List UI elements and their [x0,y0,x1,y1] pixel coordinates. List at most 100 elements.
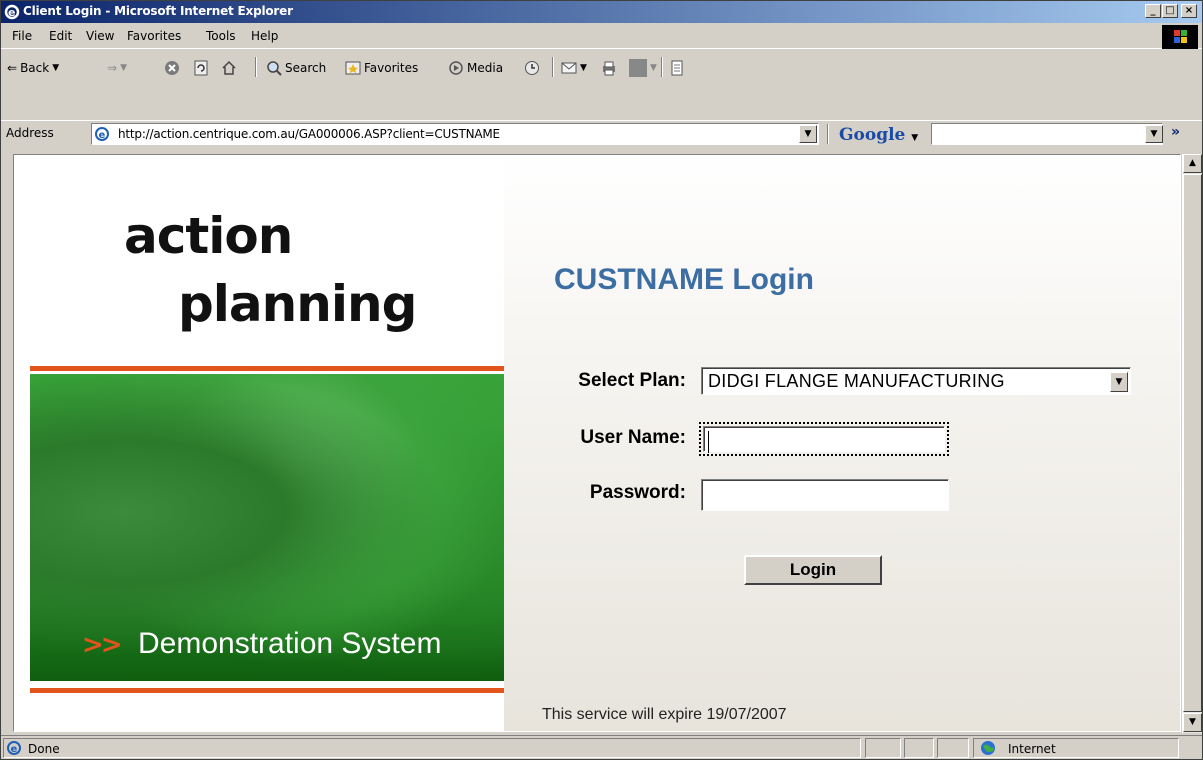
ie-logo-icon: e [4,4,20,20]
username-label: User Name: [580,427,686,448]
home-button[interactable] [221,57,237,79]
back-arrow-icon: ⇐ [7,61,18,75]
history-icon [525,61,539,75]
history-button[interactable] [524,57,540,79]
address-label: Address [6,126,54,140]
toolbar-separator [827,124,829,144]
google-search-input[interactable] [931,123,1163,145]
svg-text:e: e [99,130,106,141]
username-input[interactable] [703,426,945,453]
edit-icon [629,59,647,77]
refresh-button[interactable] [193,57,209,79]
menu-bar: File Edit View Favorites Tools Help [1,23,1202,49]
stop-button[interactable] [164,57,180,79]
window-title: Client Login - Microsoft Internet Explor… [23,4,293,18]
forward-button[interactable]: ⇒ ▼ [107,57,127,79]
address-bar: Address e http://action.centrique.com.au… [1,120,1202,150]
demo-tagline: Demonstration System [138,627,442,660]
top-divider [30,366,504,371]
plan-select-value: DIDGI FLANGE MANUFACTURING [708,371,1005,391]
brand-panel: action planning >> Demonstration System [30,155,504,731]
edit-button[interactable]: ▼ [629,57,657,79]
print-button[interactable] [601,57,617,79]
favorites-button[interactable]: Favorites [345,57,418,79]
home-icon [222,60,236,75]
login-button[interactable]: Login [744,555,882,585]
address-url: http://action.centrique.com.au/GA000006.… [118,127,500,141]
search-button[interactable]: Search [266,57,326,79]
page-content: action planning >> Demonstration System … [13,154,1181,732]
mail-button[interactable]: ▼ [561,57,587,79]
menu-file[interactable]: File [12,29,32,43]
chevron-down-icon: ▼ [804,129,812,139]
media-icon [449,61,463,75]
chevron-down-icon: ▼ [580,63,587,73]
stop-icon [165,61,179,75]
google-dropdown-button[interactable]: ▼ [1145,125,1163,143]
windows-logo-icon [1162,25,1198,49]
ie-page-icon: e [94,126,110,142]
status-main-pane: e Done [3,738,861,758]
chevron-down-icon: ▼ [1115,377,1123,387]
logo-text-planning: planning [178,275,417,333]
status-pane-progress [865,738,901,758]
plan-select[interactable]: DIDGI FLANGE MANUFACTURING ▼ [701,367,1131,395]
favorites-label: Favorites [364,61,419,75]
chevron-down-icon: ▼ [120,63,127,73]
close-button[interactable]: × [1181,4,1197,18]
status-zone-pane: Internet [973,738,1179,758]
refresh-icon [194,60,208,76]
expiry-notice: This service will expire 19/07/2007 [542,706,787,723]
menu-help[interactable]: Help [251,29,278,43]
google-toolbar-logo[interactable]: Google ▼ [839,125,918,145]
chevron-down-icon: ▼ [52,63,60,73]
demo-arrow-icon: >> [82,630,123,660]
status-text: Done [28,742,60,756]
discuss-button[interactable] [669,57,685,79]
zone-text: Internet [1008,742,1056,756]
menu-tools[interactable]: Tools [206,29,236,43]
toolbar-separator [661,57,663,77]
globe-icon [981,741,995,755]
title-bar[interactable]: e Client Login - Microsoft Internet Expl… [1,1,1202,23]
mail-icon [561,62,577,74]
back-label: Back [20,61,50,75]
menu-edit[interactable]: Edit [49,29,72,43]
chevron-down-icon: ▼ [911,133,919,143]
address-input[interactable]: e http://action.centrique.com.au/GA00000… [91,123,819,145]
search-icon [267,61,282,76]
vertical-scrollbar[interactable]: ▲ ▼ [1182,154,1202,733]
password-input[interactable] [701,479,949,511]
menu-view[interactable]: View [86,29,114,43]
svg-text:e: e [11,744,18,755]
menu-favorites[interactable]: Favorites [127,29,181,43]
status-bar: e Done Internet [1,735,1202,759]
status-pane-lock [904,738,934,758]
toolbar-separator [552,57,554,77]
minimize-button[interactable]: _ [1145,4,1161,18]
chevron-down-icon: ▼ [1189,717,1196,727]
address-dropdown-button[interactable]: ▼ [799,125,817,143]
password-label: Password: [589,482,686,503]
maximize-button[interactable]: □ [1162,4,1178,18]
chevron-down-icon: ▼ [650,63,657,73]
ie-page-icon: e [7,741,21,755]
scroll-thumb[interactable] [1183,174,1202,712]
browser-window: e Client Login - Microsoft Internet Expl… [0,0,1203,760]
back-button[interactable]: ⇐ Back ▼ [7,57,59,79]
scroll-up-button[interactable]: ▲ [1183,154,1202,173]
print-icon [603,61,615,76]
plan-dropdown-button[interactable]: ▼ [1110,372,1128,392]
forward-arrow-icon: ⇒ [107,61,118,75]
media-button[interactable]: Media [448,57,503,79]
status-pane-privacy [937,738,969,758]
chevron-down-icon: ▼ [1150,129,1158,139]
scroll-down-button[interactable]: ▼ [1183,713,1202,732]
toolbar-separator [255,57,257,77]
bottom-divider [30,688,504,693]
login-title: CUSTNAME Login [554,263,814,296]
google-label: Google [839,125,906,145]
media-label: Media [467,61,504,75]
toolbar-more-chevron[interactable]: » [1171,124,1180,140]
standard-toolbar: ⇐ Back ▼ ⇒ ▼ Search Favorites Media ▼ ▼ [1,50,1202,120]
